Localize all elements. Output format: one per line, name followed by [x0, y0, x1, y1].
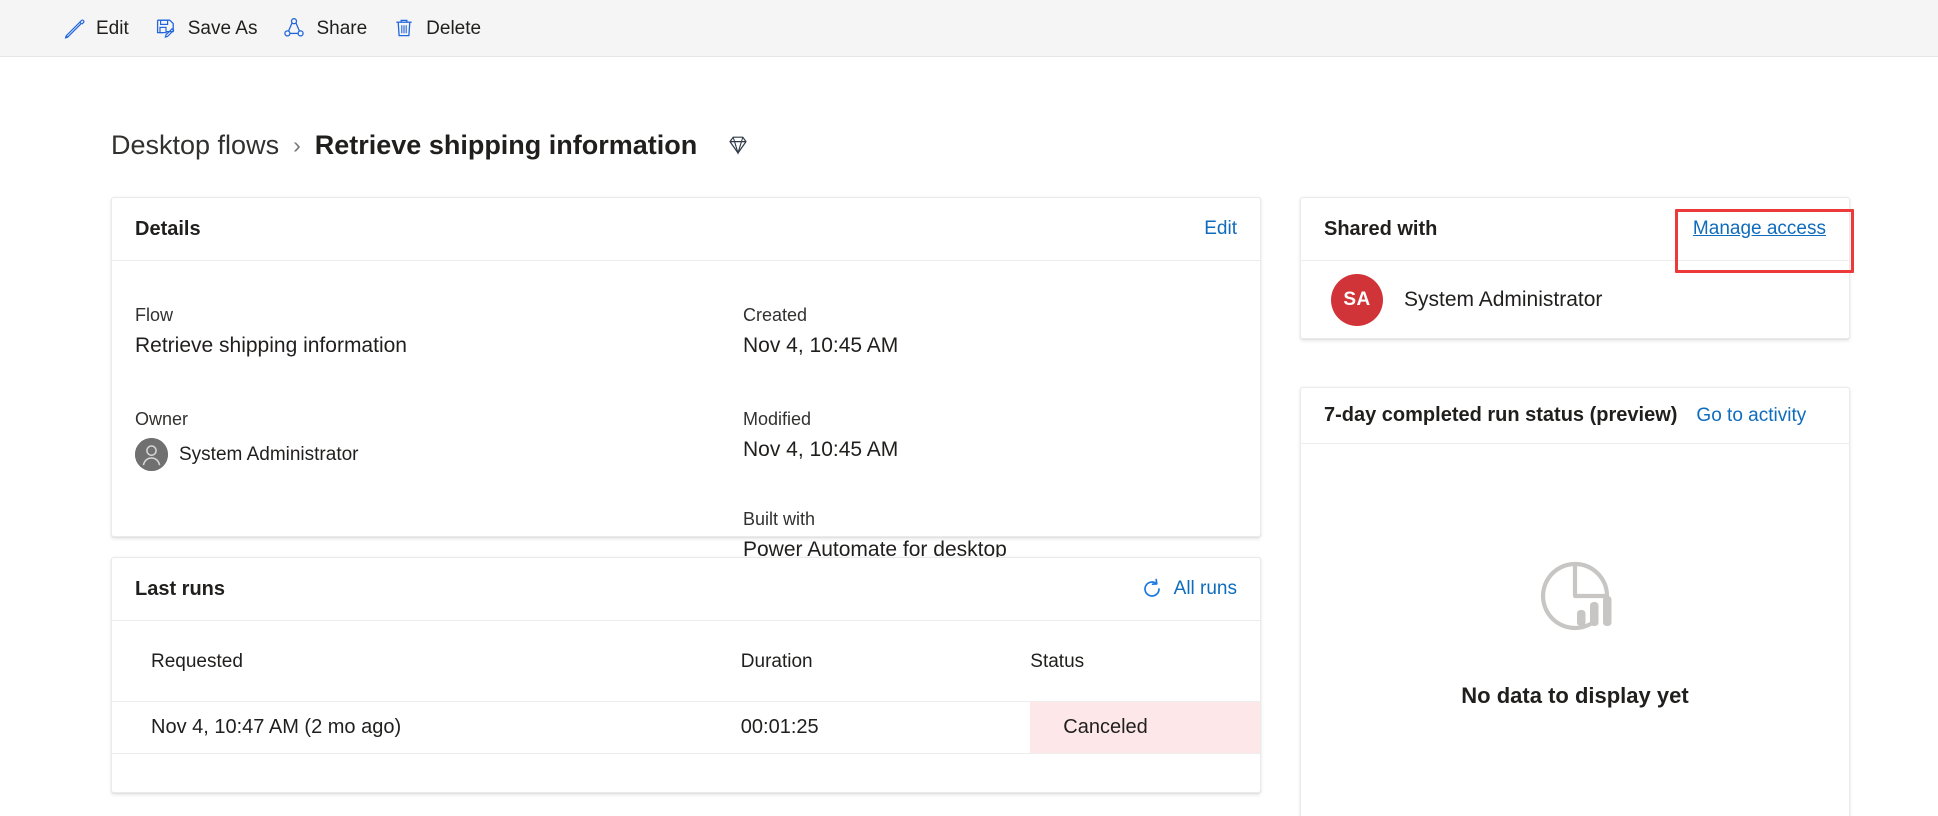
run-status-empty-text: No data to display yet	[1461, 682, 1689, 708]
breadcrumb: Desktop flows › Retrieve shipping inform…	[111, 125, 751, 165]
edit-button-label: Edit	[96, 17, 129, 39]
shared-with-person-name: System Administrator	[1404, 288, 1603, 311]
manage-access-link[interactable]: Manage access	[1693, 218, 1826, 240]
shared-with-person-row: SA System Administrator	[1301, 261, 1849, 339]
details-card-header: Details Edit	[112, 198, 1260, 261]
save-as-icon	[155, 17, 177, 39]
column-header-requested[interactable]: Requested	[112, 621, 741, 702]
pie-bar-chart-icon	[1531, 552, 1619, 645]
cell-requested: Nov 4, 10:47 AM (2 mo ago)	[112, 701, 741, 754]
all-runs-label: All runs	[1173, 578, 1237, 599]
share-button-label: Share	[316, 17, 368, 39]
go-to-activity-link[interactable]: Go to activity	[1696, 405, 1806, 427]
breadcrumb-parent-link[interactable]: Desktop flows	[111, 130, 279, 161]
pencil-icon	[63, 17, 85, 39]
avatar	[135, 438, 168, 471]
column-header-duration[interactable]: Duration	[740, 621, 1031, 702]
last-runs-card: Last runs All runs Requested Duration St…	[111, 557, 1261, 793]
table-header-row: Requested Duration Status	[112, 621, 1260, 702]
save-as-button[interactable]: Save As	[142, 6, 271, 51]
run-status-card-header: 7-day completed run status (preview) Go …	[1301, 388, 1849, 444]
cell-duration: 00:01:25	[740, 701, 1031, 754]
column-header-status[interactable]: Status	[1030, 621, 1260, 702]
table-body: Nov 4, 10:47 AM (2 mo ago) 00:01:25 Canc…	[112, 701, 1260, 754]
details-card-title: Details	[135, 217, 201, 240]
run-status-card: 7-day completed run status (preview) Go …	[1300, 387, 1850, 816]
trash-icon	[393, 17, 415, 39]
delete-button-label: Delete	[426, 17, 482, 39]
share-button[interactable]: Share	[270, 6, 380, 51]
field-flow-label: Flow	[135, 305, 174, 325]
field-modified-label: Modified	[743, 409, 812, 429]
field-flow-value: Retrieve shipping information	[135, 334, 407, 357]
delete-button[interactable]: Delete	[380, 6, 494, 51]
field-modified: Modified Nov 4, 10:45 AM	[743, 409, 898, 462]
last-runs-table: Requested Duration Status Nov 4, 10:47 A…	[112, 621, 1260, 754]
field-built-with-label: Built with	[743, 509, 816, 529]
table-row[interactable]: Nov 4, 10:47 AM (2 mo ago) 00:01:25 Canc…	[112, 701, 1260, 754]
page-title: Retrieve shipping information	[314, 129, 698, 160]
save-as-button-label: Save As	[187, 17, 258, 39]
field-created-value: Nov 4, 10:45 AM	[743, 334, 899, 357]
field-created: Created Nov 4, 10:45 AM	[743, 305, 898, 358]
field-built-with: Built with Power Automate for desktop	[743, 509, 1007, 562]
page-content: Desktop flows › Retrieve shipping inform…	[0, 57, 1938, 816]
details-card-body: Flow Retrieve shipping information Owner	[112, 261, 1260, 561]
edit-button[interactable]: Edit	[50, 6, 142, 51]
breadcrumb-separator-icon: ›	[293, 131, 301, 158]
avatar-initials: SA	[1331, 274, 1383, 326]
share-icon	[283, 17, 305, 39]
field-owner-label: Owner	[135, 409, 189, 429]
field-modified-value: Nov 4, 10:45 AM	[743, 438, 899, 461]
last-runs-card-title: Last runs	[135, 577, 226, 600]
field-created-label: Created	[743, 305, 808, 325]
refresh-icon	[1140, 577, 1164, 601]
run-status-empty-state: No data to display yet	[1301, 444, 1849, 816]
details-card: Details Edit Flow Retrieve shipping info…	[111, 197, 1261, 561]
shared-with-card-title: Shared with	[1324, 217, 1438, 240]
status-badge: Canceled	[1030, 701, 1260, 754]
run-status-card-title: 7-day completed run status (preview)	[1324, 404, 1678, 426]
details-edit-link[interactable]: Edit	[1204, 218, 1237, 240]
owner-row: System Administrator	[135, 438, 359, 471]
all-runs-link[interactable]: All runs	[1140, 577, 1237, 601]
field-flow: Flow Retrieve shipping information	[135, 305, 407, 358]
field-owner: Owner System Administrator	[135, 409, 359, 471]
shared-with-card-header: Shared with Manage access	[1301, 198, 1849, 261]
gem-icon	[725, 132, 751, 158]
table-header: Requested Duration Status	[112, 621, 1260, 702]
command-bar: Edit Save As Share Delete	[0, 0, 1938, 57]
field-owner-value: System Administrator	[179, 443, 359, 465]
last-runs-card-header: Last runs All runs	[112, 558, 1260, 621]
shared-with-card: Shared with Manage access SA System Admi…	[1300, 197, 1850, 339]
page-root: Edit Save As Share Delete Desktop flows …	[0, 0, 1938, 816]
